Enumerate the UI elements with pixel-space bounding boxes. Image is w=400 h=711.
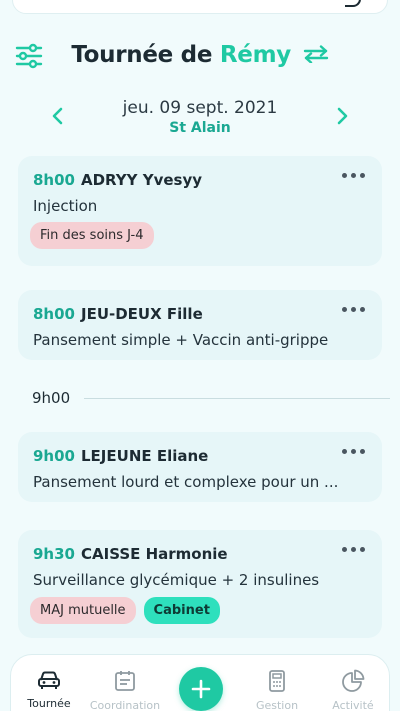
nav-label: Gestion xyxy=(255,699,299,711)
swap-arrows-icon[interactable] xyxy=(303,43,329,69)
calculator-icon xyxy=(269,670,285,692)
date-navigator: jeu. 09 sept. 2021 St Alain xyxy=(0,96,400,142)
logo-mark-icon xyxy=(345,0,361,7)
header: Tournée de Rémy xyxy=(0,36,400,76)
appointment-card[interactable]: 8h00 ADRYY Yvesyy Injection Fin des soins… xyxy=(18,156,382,266)
nav-label: Coordination xyxy=(89,699,161,711)
care-act: Pansement lourd et complexe pour un ... xyxy=(33,473,339,491)
patient-name: ADRYY Yvesyy xyxy=(81,171,203,189)
hour-label: 9h00 xyxy=(32,389,71,407)
more-options-icon[interactable] xyxy=(342,542,366,554)
nurse-name[interactable]: Rémy xyxy=(220,42,291,68)
location-badge: Cabinet xyxy=(143,597,220,624)
appointment-time: 9h00 xyxy=(33,447,75,465)
nav-label: Tournée xyxy=(27,697,71,710)
status-badge: Fin des soins J-4 xyxy=(30,222,154,249)
appointment-card[interactable]: 8h00 JEU-DEUX Fille Pansement simple + Va… xyxy=(18,290,382,360)
appointment-time: 9h30 xyxy=(33,545,75,563)
patient-name: LEJEUNE Eliane xyxy=(81,447,209,465)
more-options-icon[interactable] xyxy=(342,168,366,180)
nav-activite[interactable]: Activité xyxy=(315,669,391,711)
pie-chart-icon xyxy=(342,669,365,692)
title-prefix: Tournée de xyxy=(71,42,220,68)
more-options-icon[interactable] xyxy=(342,302,366,314)
nav-coordination[interactable]: Coordination xyxy=(87,669,163,711)
next-day-chevron-icon[interactable] xyxy=(332,106,352,126)
nav-label: Activité xyxy=(332,699,374,711)
appointment-time: 8h00 xyxy=(33,305,75,323)
appointment-time: 8h00 xyxy=(33,171,75,189)
car-icon xyxy=(38,671,60,689)
add-button[interactable] xyxy=(179,667,223,711)
care-act: Surveillance glycémique + 2 insulines xyxy=(33,571,320,589)
bottom-navigation: Tournée Coordination Gestion Activité xyxy=(10,654,390,711)
more-options-icon[interactable] xyxy=(342,444,366,456)
calendar-icon xyxy=(115,671,135,691)
divider xyxy=(84,398,390,399)
hour-separator: 9h00 xyxy=(32,388,400,408)
patient-name: CAISSE Harmonie xyxy=(81,545,228,563)
nav-gestion[interactable]: Gestion xyxy=(239,669,315,711)
appointment-card[interactable]: 9h00 LEJEUNE Eliane Pansement lourd et co… xyxy=(18,432,382,502)
previous-card-edge xyxy=(12,0,388,14)
page-title: Tournée de Rémy xyxy=(0,42,400,69)
status-badge: MAJ mutuelle xyxy=(30,597,136,624)
care-act: Pansement simple + Vaccin anti-grippe xyxy=(33,331,329,349)
plus-icon xyxy=(191,679,211,699)
patient-name: JEU-DEUX Fille xyxy=(81,305,203,323)
nav-tournee[interactable]: Tournée xyxy=(11,669,87,710)
care-act: Injection xyxy=(33,197,98,215)
appointment-card[interactable]: 9h30 CAISSE Harmonie Surveillance glycémi… xyxy=(18,530,382,638)
